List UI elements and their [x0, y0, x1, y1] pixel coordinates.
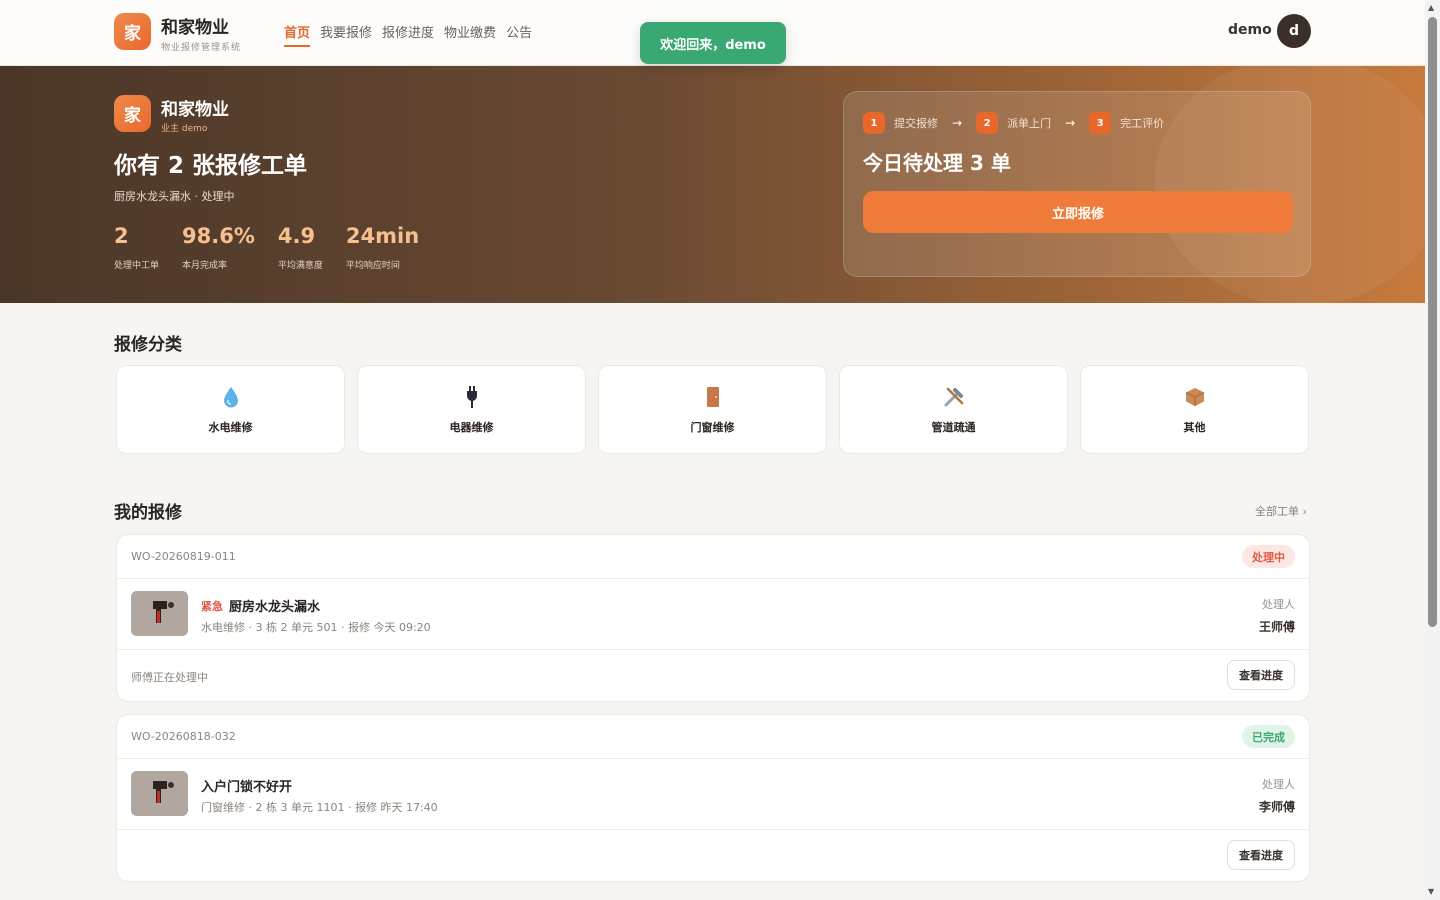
hero-banner: 家 和家物业 业主 demo 你有 2 张报修工单 厨房水龙头漏水 · 处理中 … — [0, 66, 1425, 303]
order-thumbnail — [131, 591, 188, 636]
category-label: 其他 — [1183, 420, 1206, 434]
stat-value: 2 — [114, 224, 129, 248]
package-icon — [1183, 385, 1207, 409]
category-water-electric[interactable]: 水电维修 — [116, 365, 345, 454]
category-section-title: 报修分类 — [114, 335, 182, 355]
handler-name: 王师傅 — [1258, 620, 1295, 634]
repair-steps: 1 提交报修 → 2 派单上门 → 3 完工评价 — [863, 112, 1164, 134]
handler-label: 处理人 — [1262, 598, 1295, 611]
scroll-up-arrow-icon[interactable]: ▲ — [1428, 3, 1434, 12]
arrow-right-icon: → — [952, 116, 963, 130]
view-progress-button[interactable]: 查看进度 — [1227, 840, 1295, 870]
step-label: 完工评价 — [1120, 117, 1165, 130]
status-badge: 已完成 — [1242, 725, 1295, 748]
order-thumbnail — [131, 771, 188, 816]
stat-label: 平均满意度 — [277, 261, 323, 271]
hero-role: 业主 demo — [161, 124, 208, 134]
stat-label: 平均响应时间 — [345, 261, 400, 271]
order-meta: 水电维修 · 3 栋 2 单元 501 · 报修 今天 09:20 — [201, 621, 431, 634]
stat-value: 4.9 — [277, 224, 316, 248]
nav-item-progress[interactable]: 报修进度 — [382, 22, 434, 47]
category-other[interactable]: 其他 — [1080, 365, 1309, 454]
order-number: WO-20260819-011 — [131, 550, 236, 563]
stat-satisfaction: 4.9 平均满意度 — [278, 224, 323, 271]
user-name[interactable]: demo — [1228, 22, 1272, 38]
step-label: 提交报修 — [894, 117, 938, 130]
hero-title: 你有 2 张报修工单 — [114, 153, 308, 179]
category-label: 电器维修 — [449, 420, 494, 434]
hero-brand: 和家物业 — [161, 100, 229, 120]
category-list: 水电维修 电器维修 门窗维修 管道疏通 其他 — [116, 365, 1309, 454]
arrow-right-icon: → — [1065, 116, 1076, 130]
category-label: 水电维修 — [208, 420, 253, 434]
stat-processing: 2 处理中工单 — [114, 224, 159, 271]
nav-item-home[interactable]: 首页 — [284, 22, 311, 47]
order-card[interactable]: WO-20260819-011 处理中 紧急 厨房水龙头漏水 水电维修 · 3 … — [116, 534, 1310, 702]
urgent-tag: 紧急 — [201, 599, 223, 613]
tools-icon — [942, 385, 966, 409]
nav-item-repair[interactable]: 我要报修 — [320, 22, 372, 47]
repair-now-button[interactable]: 立即报修 — [863, 191, 1293, 233]
view-progress-button[interactable]: 查看进度 — [1227, 660, 1295, 690]
scrollbar-thumb[interactable] — [1428, 17, 1437, 627]
hero-stats: 2 处理中工单 98.6% 本月完成率 4.9 平均满意度 24min 平均响应… — [114, 224, 442, 271]
scroll-down-arrow-icon[interactable]: ▼ — [1428, 887, 1434, 896]
order-meta: 门窗维修 · 2 栋 3 单元 1101 · 报修 昨天 17:40 — [201, 801, 438, 814]
step-label: 派单上门 — [1007, 117, 1052, 130]
order-title-row: 紧急 厨房水龙头漏水 — [201, 596, 321, 616]
handler-label: 处理人 — [1262, 778, 1295, 791]
status-badge: 处理中 — [1242, 545, 1295, 568]
stat-value: 24min — [345, 224, 420, 248]
all-orders-link[interactable]: 全部工单 › — [1255, 503, 1307, 519]
order-card[interactable]: WO-20260818-032 已完成 入户门锁不好开 门窗维修 · 2 栋 3… — [116, 714, 1310, 882]
pending-title: 今日待处理 3 单 — [863, 151, 1011, 175]
brand-subtitle: 物业报修管理系统 — [161, 43, 242, 53]
order-header: WO-20260818-032 已完成 — [117, 715, 1309, 759]
stat-label: 本月完成率 — [182, 261, 228, 271]
quick-repair-panel: 1 提交报修 → 2 派单上门 → 3 完工评价 今日待处理 3 单 立即报修 — [843, 91, 1311, 277]
category-label: 管道疏通 — [931, 420, 976, 434]
order-title-row: 入户门锁不好开 — [201, 776, 292, 795]
order-body: 紧急 厨房水龙头漏水 水电维修 · 3 栋 2 单元 501 · 报修 今天 0… — [117, 579, 1309, 650]
step-number: 3 — [1089, 112, 1112, 134]
order-title: 入户门锁不好开 — [201, 780, 293, 795]
brand-logo[interactable]: 家 — [114, 13, 151, 50]
nav-item-notice[interactable]: 公告 — [506, 22, 532, 47]
order-title: 厨房水龙头漏水 — [229, 600, 321, 615]
step-number: 1 — [863, 112, 885, 134]
category-door-window[interactable]: 门窗维修 — [598, 365, 827, 454]
welcome-toast: 欢迎回来，demo — [640, 22, 786, 64]
page-scrollbar[interactable]: ▲ ▼ — [1425, 0, 1440, 900]
order-body: 入户门锁不好开 门窗维修 · 2 栋 3 单元 1101 · 报修 昨天 17:… — [117, 759, 1309, 830]
category-appliance[interactable]: 电器维修 — [357, 365, 586, 454]
stat-value: 98.6% — [182, 224, 255, 248]
hero-logo: 家 — [114, 95, 151, 132]
category-pipe[interactable]: 管道疏通 — [839, 365, 1068, 454]
category-label: 门窗维修 — [690, 420, 735, 434]
stat-response: 24min 平均响应时间 — [346, 224, 419, 271]
avatar[interactable]: d — [1277, 14, 1311, 48]
orders-section-title: 我的报修 — [114, 503, 182, 523]
stat-completion: 98.6% 本月完成率 — [182, 224, 255, 271]
order-header: WO-20260819-011 处理中 — [117, 535, 1309, 579]
nav-item-payment[interactable]: 物业缴费 — [444, 22, 496, 47]
water-drop-icon — [219, 385, 243, 409]
stat-label: 处理中工单 — [114, 261, 160, 271]
plug-icon — [460, 385, 484, 409]
handler-name: 李师傅 — [1258, 800, 1295, 814]
brand-name: 和家物业 — [161, 18, 229, 38]
door-icon — [701, 385, 725, 409]
hero-description: 厨房水龙头漏水 · 处理中 — [114, 190, 235, 203]
main-nav: 首页 我要报修 报修进度 物业缴费 公告 — [284, 22, 532, 47]
step-number: 2 — [976, 112, 999, 134]
order-number: WO-20260818-032 — [131, 730, 236, 743]
order-status-text: 师傅正在处理中 — [131, 671, 208, 684]
